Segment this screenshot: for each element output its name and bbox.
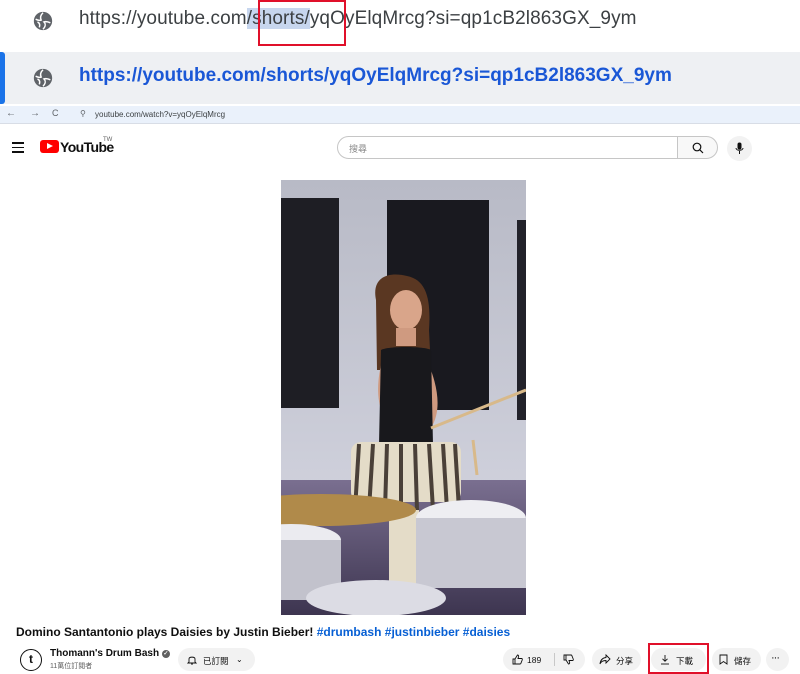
url-prefix: https://youtube.com [79, 8, 247, 29]
hashtag-links[interactable]: #drumbash #justinbieber #daisies [317, 625, 510, 639]
selection-indicator [0, 52, 5, 104]
save-label: 儲存 [734, 656, 752, 666]
save-button[interactable]: 儲存 [712, 648, 761, 671]
globe-icon [33, 11, 53, 31]
address-bar-row[interactable]: https://youtube.com/shorts/yqOyElqMrcg?s… [0, 0, 800, 46]
site-info-icon[interactable]: ⚲ [80, 109, 86, 118]
browser-address[interactable]: youtube.com/watch?v=yqOyElqMrcg [95, 110, 225, 119]
voice-search-button[interactable] [727, 136, 752, 161]
divider [554, 653, 555, 666]
browser-toolbar: ← → C ⚲ youtube.com/watch?v=yqOyElqMrcg [0, 106, 800, 124]
like-dislike-group: 189 [503, 648, 585, 671]
download-highlight-box [648, 643, 709, 674]
video-player[interactable] [281, 180, 526, 615]
reload-button[interactable]: C [52, 108, 59, 118]
channel-avatar[interactable]: t [20, 649, 42, 671]
like-count[interactable]: 189 [527, 655, 541, 665]
forward-button[interactable]: → [30, 108, 40, 119]
video-title-text: Domino Santantonio plays Daisies by Just… [16, 625, 314, 639]
bell-icon [187, 656, 197, 665]
region-code: TW [103, 137, 113, 143]
suggestion-url: https://youtube.com/shorts/yqOyElqMrcg?s… [79, 65, 672, 86]
share-icon [599, 654, 611, 665]
url-suggestion-row[interactable]: https://youtube.com/shorts/yqOyElqMrcg?s… [0, 52, 800, 104]
search-button[interactable] [677, 136, 718, 159]
bookmark-icon [719, 654, 728, 665]
thumbs-down-icon[interactable] [563, 654, 574, 665]
video-frame-image [281, 180, 526, 615]
verified-icon: ✓ [161, 650, 170, 658]
youtube-header: YouTube TW 搜尋 [0, 126, 800, 170]
channel-name-text: Thomann's Drum Bash [50, 648, 160, 659]
search-input[interactable]: 搜尋 [337, 136, 678, 159]
thumbs-up-icon[interactable] [512, 654, 523, 665]
search-placeholder: 搜尋 [349, 144, 368, 154]
microphone-icon [735, 142, 744, 154]
share-button[interactable]: 分享 [592, 648, 641, 671]
subscribed-button[interactable]: 已訂閱 ⌄ [178, 648, 255, 671]
video-title: Domino Santantonio plays Daisies by Just… [16, 625, 510, 639]
more-horizontal-icon: ··· [771, 652, 780, 664]
back-button[interactable]: ← [6, 108, 16, 119]
more-actions-button[interactable]: ··· [766, 648, 789, 671]
subscribed-label: 已訂閱 [203, 656, 229, 666]
address-url[interactable]: https://youtube.com/shorts/yqOyElqMrcg?s… [79, 8, 637, 30]
subscriber-count: 11萬位訂閱者 [50, 663, 93, 670]
menu-icon[interactable] [12, 142, 24, 153]
youtube-logo-icon[interactable] [40, 140, 59, 153]
search-icon [692, 142, 704, 154]
share-label: 分享 [616, 656, 634, 666]
shorts-highlight-box [258, 0, 346, 46]
url-suffix: yqOyElqMrcg?si=qp1cB2l863GX_9ym [309, 8, 637, 29]
chevron-down-icon: ⌄ [236, 655, 243, 664]
channel-name[interactable]: Thomann's Drum Bash ✓ [50, 648, 170, 659]
globe-icon [33, 68, 53, 88]
